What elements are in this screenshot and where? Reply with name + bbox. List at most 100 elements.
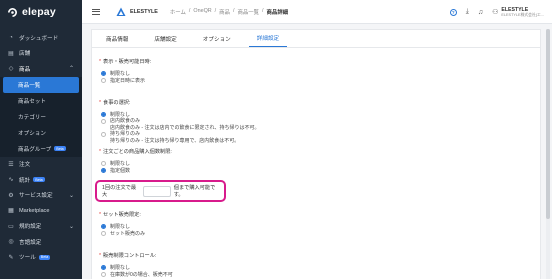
language-icon: ◎ xyxy=(8,239,14,246)
radio-selected-icon[interactable] xyxy=(101,265,106,270)
radio-option[interactable]: 制限なし xyxy=(101,70,151,77)
beta-badge: Beta xyxy=(33,177,45,183)
radio-option[interactable]: 制限なし xyxy=(101,223,145,230)
brand-logo[interactable]: elepay xyxy=(0,0,82,24)
sidebar-item-label: 商品セット xyxy=(18,98,46,105)
sidebar-item-product-list[interactable]: 商品一覧 xyxy=(3,76,79,93)
document-icon: ▭ xyxy=(8,223,14,230)
breadcrumb-home[interactable]: ホーム xyxy=(170,8,186,16)
sale-control-section: * 販売制限コントロール: 制限なし 在庫数が0の場合、販売不可 xyxy=(99,252,173,278)
sidebar-item-label: 注文 xyxy=(19,162,31,169)
radio-selected-icon[interactable] xyxy=(101,112,106,117)
sidebar-item-label: 規約設定 xyxy=(19,224,42,231)
sidebar-item-label: カテゴリー xyxy=(18,114,46,121)
scrollbar-thumb[interactable] xyxy=(546,29,550,219)
grid-icon: ▦ xyxy=(8,208,14,215)
sidebar-item-store[interactable]: ▤ 店舗 xyxy=(0,46,82,62)
bell-icon[interactable]: ♫ xyxy=(478,9,483,16)
sidebar-item-orders[interactable]: ☰ 注文 xyxy=(0,157,82,173)
gear-icon: ⚙ xyxy=(8,192,14,199)
menu-toggle-icon[interactable] xyxy=(92,8,100,15)
products-submenu: 商品一覧 商品セット カテゴリー オプション 商品グループ Beta xyxy=(0,76,82,157)
dashboard-icon: ◔ xyxy=(9,34,13,41)
max-quantity-prefix: 1回の注文で最大 xyxy=(102,185,137,198)
radio-icon[interactable] xyxy=(101,231,106,236)
section-title: * セット販売限定: xyxy=(99,212,141,218)
sidebar-item-category[interactable]: カテゴリー xyxy=(0,109,82,125)
radio-icon[interactable] xyxy=(101,119,106,124)
sidebar-item-tools[interactable]: ✎ ツール Beta xyxy=(0,250,82,266)
sidebar: elepay ◔ ダッシュボード ▤ 店舗 ◇ 商品 ⌃ 商品一覧 商品セット … xyxy=(0,0,82,279)
sidebar-item-option[interactable]: オプション xyxy=(0,125,82,141)
store-name: ELESTYLE xyxy=(130,8,158,15)
radio-option[interactable]: 指定個数 xyxy=(101,167,172,174)
tab-bar: 商品情報 店舗設定 オプション 詳細設定 xyxy=(92,30,540,48)
radio-selected-icon[interactable] xyxy=(101,224,106,229)
help-icon[interactable]: ? xyxy=(449,8,457,16)
tab-product-info[interactable]: 商品情報 xyxy=(98,30,136,47)
breadcrumb: ホーム / OneQR / 商品 / 商品一覧 / 商品詳細 xyxy=(169,7,289,16)
sidebar-item-service-settings[interactable]: ⚙ サービス設定 ⌄ xyxy=(0,188,82,204)
breadcrumb-current: 商品詳細 xyxy=(266,9,289,16)
radio-option[interactable]: 店内飲食のみ 店内飲食のみ - 注文は店内での飲食に限定され、持ち帰りは不可。 xyxy=(101,118,260,131)
sidebar-item-label: 商品 xyxy=(19,66,31,73)
sidebar-item-label: 商品グループ xyxy=(18,146,52,153)
radio-selected-icon[interactable] xyxy=(101,168,106,173)
radio-icon[interactable] xyxy=(101,272,106,277)
chevron-down-icon: ⌄ xyxy=(68,223,74,230)
radio-option[interactable]: 制限なし xyxy=(101,160,172,167)
elepay-logo-icon xyxy=(8,7,17,17)
sidebar-item-product-group[interactable]: 商品グループ Beta xyxy=(0,141,82,157)
sidebar-item-label: オプション xyxy=(18,130,46,137)
max-quantity-input[interactable] xyxy=(143,185,171,197)
sidebar-item-terms[interactable]: ▭ 規約設定 ⌄ xyxy=(0,219,82,235)
brand-name: elepay xyxy=(22,6,56,18)
display-period-section: * 表示・販売可能日時: 制限なし 指定日時に表示 xyxy=(99,58,151,84)
section-title: * 注文ごとの商品購入個数制限: xyxy=(99,149,172,155)
max-quantity-suffix: 個まで購入可能です。 xyxy=(173,185,216,198)
download-icon[interactable]: ⤓ xyxy=(466,8,469,16)
sidebar-item-label: 言語設定 xyxy=(19,239,42,246)
top-header: ELESTYLE ホーム / OneQR / 商品 / 商品一覧 / 商品詳細 ? ⤓ … xyxy=(82,0,552,24)
sidebar-item-label: ダッシュボード xyxy=(19,35,59,42)
scrollbar[interactable] xyxy=(546,29,550,279)
sidebar-item-label: 商品一覧 xyxy=(18,82,41,89)
radio-icon[interactable] xyxy=(101,78,106,83)
radio-selected-icon[interactable] xyxy=(101,71,106,76)
chevron-down-icon: ⌄ xyxy=(68,192,74,199)
sidebar-item-label: 店舗 xyxy=(19,51,31,58)
radio-icon[interactable] xyxy=(101,132,106,138)
header-actions: ? ⤓ ♫ ⚇ ELESTYLE ELESTYLE株式会社(エ... xyxy=(449,0,544,24)
sidebar-item-language[interactable]: ◎ 言語設定 xyxy=(0,234,82,250)
sidebar-item-stats[interactable]: ∿ 統計 Beta xyxy=(0,172,82,188)
radio-option[interactable]: 制限なし xyxy=(101,111,260,118)
sidebar-item-label: ツール xyxy=(19,255,36,262)
radio-icon[interactable] xyxy=(101,161,106,166)
sidebar-item-dashboard[interactable]: ◔ ダッシュボード xyxy=(0,30,82,46)
radio-option[interactable]: 在庫数が0の場合、販売不可 xyxy=(101,271,173,278)
radio-option[interactable]: 制限なし xyxy=(101,264,173,271)
chevron-up-icon: ⌃ xyxy=(68,66,74,73)
sidebar-item-marketplace[interactable]: ▦ Marketplace xyxy=(0,203,82,219)
radio-option[interactable]: 指定日時に表示 xyxy=(101,77,151,84)
tag-icon: ◇ xyxy=(8,66,14,73)
store-icon: ▤ xyxy=(8,50,14,57)
section-title: * 販売制限コントロール: xyxy=(99,253,157,259)
tab-options[interactable]: オプション xyxy=(195,30,239,47)
breadcrumb-oneqr[interactable]: OneQR xyxy=(193,8,211,16)
sidebar-item-label: Marketplace xyxy=(19,207,50,214)
tab-advanced-settings[interactable]: 詳細設定 xyxy=(248,30,288,47)
max-quantity-row: 1回の注文で最大 個まで購入可能です。 xyxy=(95,180,226,202)
breadcrumb-products[interactable]: 商品 xyxy=(219,8,230,16)
sidebar-item-label: 統計 xyxy=(19,177,31,184)
radio-option[interactable]: セット販売のみ xyxy=(101,230,145,237)
user-menu[interactable]: ⚇ ELESTYLE ELESTYLE株式会社(エ... xyxy=(492,7,544,18)
tab-store-settings[interactable]: 店舗設定 xyxy=(146,30,184,47)
chart-icon: ∿ xyxy=(8,177,14,184)
dining-section: * 食事の選択: 制限なし 店内飲食のみ 店内飲食のみ - 注文は店内での飲食に限定… xyxy=(99,99,260,144)
sidebar-item-products[interactable]: ◇ 商品 ⌃ xyxy=(0,61,82,77)
user-icon: ⚇ xyxy=(492,9,499,16)
breadcrumb-product-list[interactable]: 商品一覧 xyxy=(237,8,259,16)
radio-option[interactable]: 持ち帰りのみ 持ち帰りのみ - 注文は持ち帰り専用で、店内飲食は不可。 xyxy=(101,131,260,144)
sidebar-item-product-set[interactable]: 商品セット xyxy=(0,93,82,109)
